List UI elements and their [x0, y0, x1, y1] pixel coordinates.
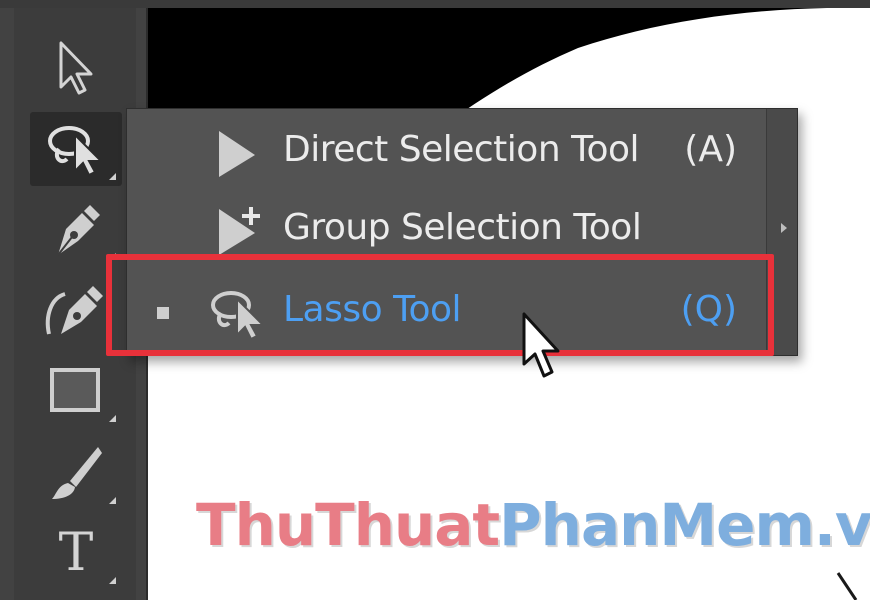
- lasso-icon: [48, 126, 104, 177]
- watermark-part-2: PhanMem.vn: [499, 491, 870, 559]
- paintbrush-icon: [52, 447, 102, 499]
- direct-selection-icon: [219, 131, 255, 177]
- menu-item-direct-selection[interactable]: Direct Selection Tool (A): [127, 115, 767, 189]
- group-selection-icon: [219, 207, 260, 255]
- submenu-indicator: [109, 497, 116, 504]
- menu-item-label: Group Selection Tool: [283, 207, 642, 248]
- submenu-indicator: [109, 577, 116, 584]
- rectangle-icon: [50, 368, 100, 412]
- menu-item-shortcut: (A): [684, 129, 737, 170]
- rectangle-tool-button[interactable]: [30, 354, 122, 428]
- paintbrush-tool-button[interactable]: [30, 436, 122, 510]
- submenu-indicator: [109, 415, 116, 422]
- selection-arrow-icon: [59, 41, 93, 95]
- lasso-highlight-annotation: [106, 254, 774, 356]
- menu-item-label: Direct Selection Tool: [283, 129, 640, 170]
- pen-icon: [57, 205, 100, 256]
- screenshot-stage: T Direct Selection Tool (A) Group Select…: [0, 0, 870, 600]
- mouse-cursor-icon: [522, 312, 560, 378]
- lasso-tool-button[interactable]: [30, 112, 122, 186]
- selection-tool-button[interactable]: [30, 30, 122, 104]
- type-icon: T: [58, 523, 94, 583]
- watermark-part-1: ThuThuat: [196, 491, 500, 559]
- window-top-edge: [0, 0, 870, 8]
- tearoff-arrow-icon: [781, 223, 787, 233]
- site-watermark: ThuThuatPhanMem.vn: [196, 496, 870, 554]
- submenu-indicator: [109, 173, 116, 180]
- type-tool-button[interactable]: T: [30, 516, 122, 590]
- curvature-pen-icon: [45, 286, 103, 335]
